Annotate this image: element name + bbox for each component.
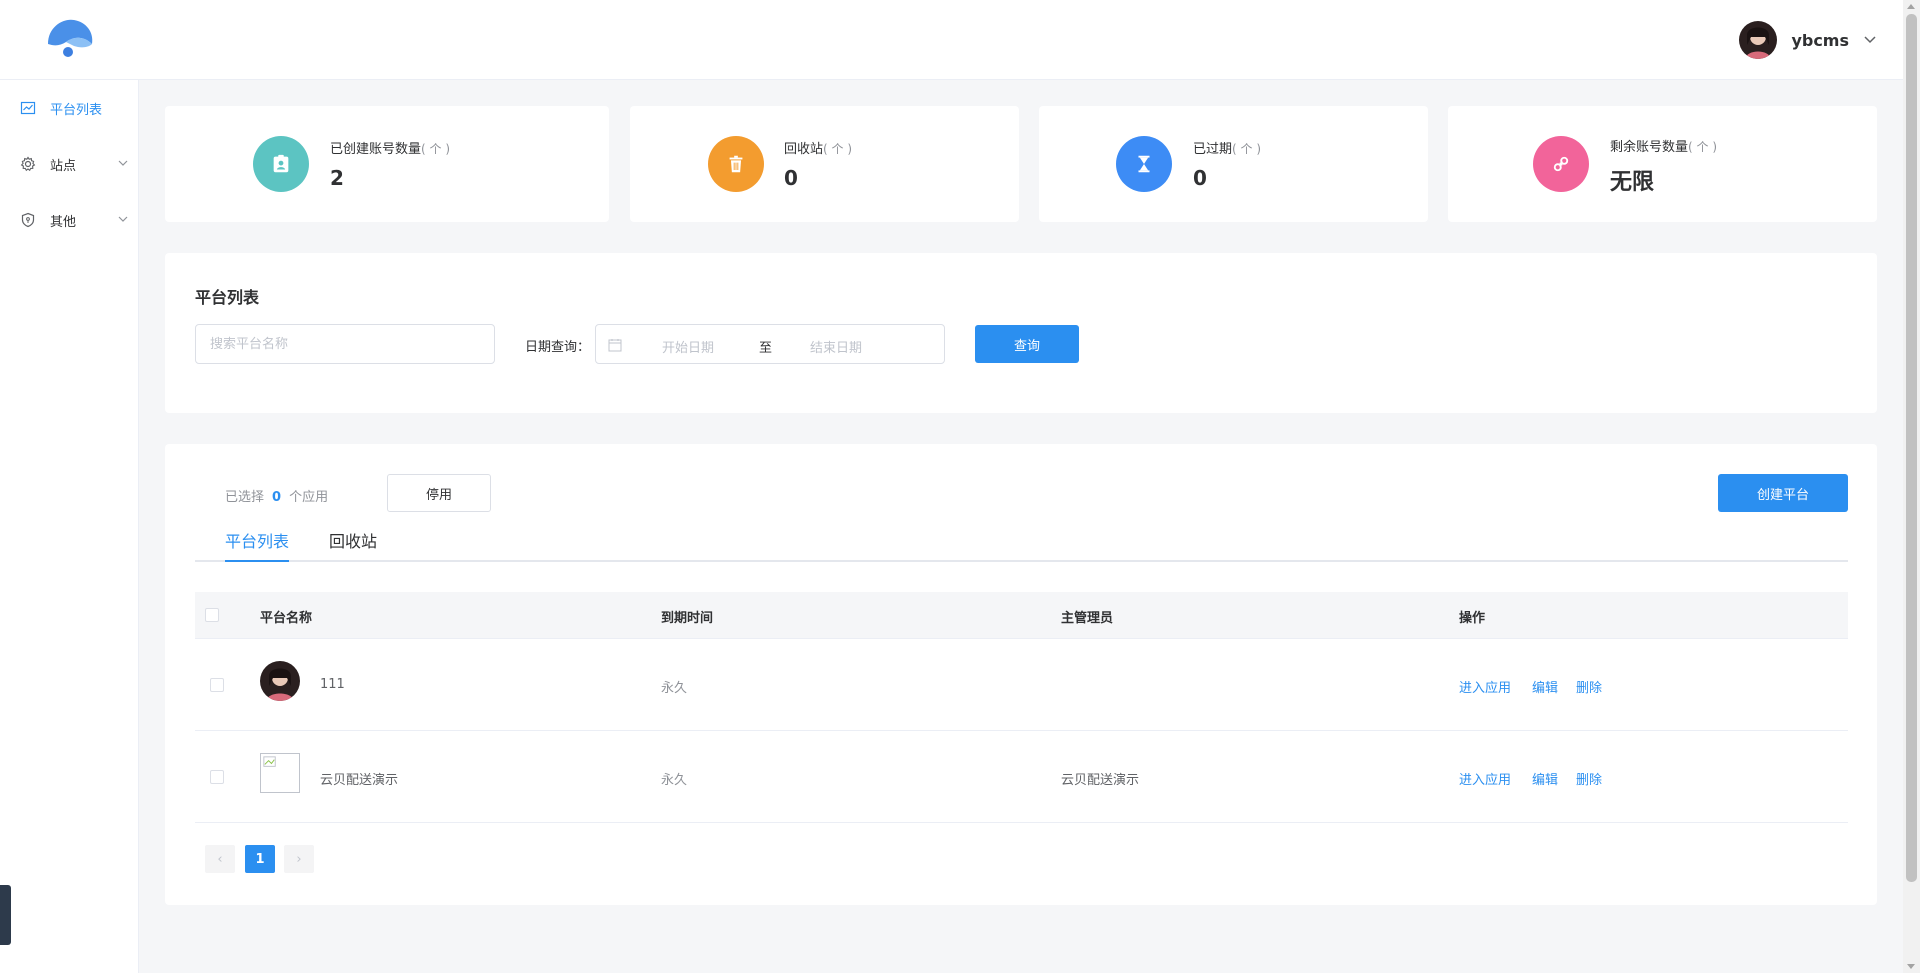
app-logo[interactable] xyxy=(44,18,96,62)
table-row: 111 永久 进入应用 编辑 删除 xyxy=(195,639,1848,731)
stat-value: 2 xyxy=(330,166,344,190)
sidebar-item-label: 其他 xyxy=(50,214,77,230)
gear-icon xyxy=(20,156,36,172)
create-platform-button[interactable]: 创建平台 xyxy=(1718,474,1848,512)
stat-label: 剩余账号数量( 个 ) xyxy=(1610,140,1718,155)
select-all-checkbox[interactable] xyxy=(205,608,219,622)
selected-count: 0 xyxy=(272,490,282,505)
admin-name: 云贝配送演示 xyxy=(1061,773,1140,788)
user-avatar[interactable] xyxy=(1739,21,1778,59)
row-checkbox[interactable] xyxy=(210,770,224,784)
search-input[interactable] xyxy=(195,324,495,364)
page-title: 平台列表 xyxy=(195,288,260,307)
sidebar-item-label: 平台列表 xyxy=(50,102,103,118)
platform-avatar xyxy=(260,661,300,701)
sidebar: 平台列表 站点 其他 xyxy=(0,80,139,973)
platform-name: 云贝配送演示 xyxy=(320,773,399,788)
expire-time: 永久 xyxy=(661,773,688,788)
selection-info: 已选择 0 个应用 xyxy=(225,490,329,505)
date-range-picker[interactable]: 开始日期 至 结束日期 xyxy=(595,324,945,364)
sidebar-item-label: 站点 xyxy=(50,158,77,174)
stat-value: 无限 xyxy=(1610,170,1655,195)
chevron-down-icon xyxy=(118,216,128,222)
stat-card-recycle xyxy=(630,106,1019,222)
tab-platform-list[interactable]: 平台列表 xyxy=(225,528,290,562)
date-start-field[interactable]: 开始日期 xyxy=(662,337,714,356)
chart-line-icon xyxy=(20,100,36,116)
edit-link[interactable]: 编辑 xyxy=(1532,769,1558,788)
sidebar-item-platform-list[interactable]: 平台列表 xyxy=(0,88,139,128)
chevron-down-icon xyxy=(1864,36,1876,44)
stat-label: 已过期( 个 ) xyxy=(1193,142,1262,157)
floating-toolbar-handle[interactable] xyxy=(0,885,11,945)
stat-card-remaining xyxy=(1448,106,1877,222)
tab-recycle-bin[interactable]: 回收站 xyxy=(329,528,377,562)
date-query-label: 日期查询： xyxy=(525,340,591,355)
delete-link[interactable]: 删除 xyxy=(1576,677,1602,696)
stat-label: 回收站( 个 ) xyxy=(784,142,853,157)
broken-image-icon xyxy=(260,753,300,793)
date-end-field[interactable]: 结束日期 xyxy=(810,337,862,356)
stat-label: 已创建账号数量( 个 ) xyxy=(330,142,451,157)
sidebar-item-sites[interactable]: 站点 xyxy=(0,144,139,184)
table-row: 云贝配送演示 永久 云贝配送演示 进入应用 编辑 删除 xyxy=(195,731,1848,823)
pagination-next[interactable]: › xyxy=(284,845,314,873)
column-header[interactable]: 主管理员 xyxy=(1061,607,1113,626)
disable-button[interactable]: 停用 xyxy=(387,474,491,512)
trash-icon xyxy=(708,136,764,192)
user-name: ybcms xyxy=(1791,30,1849,50)
column-header[interactable]: 到期时间 xyxy=(661,607,713,626)
scroll-down-icon[interactable] xyxy=(1907,964,1915,969)
scrollbar-thumb[interactable] xyxy=(1906,14,1917,882)
enter-app-link[interactable]: 进入应用 xyxy=(1459,769,1511,788)
stat-value: 0 xyxy=(1193,166,1207,190)
stat-card-expired xyxy=(1039,106,1428,222)
stat-value: 0 xyxy=(784,166,798,190)
platform-name: 111 xyxy=(320,677,345,692)
vertical-scrollbar[interactable] xyxy=(1903,0,1920,973)
id-badge-icon xyxy=(253,136,309,192)
query-button[interactable]: 查询 xyxy=(975,325,1079,363)
pagination-prev[interactable]: ‹ xyxy=(205,845,235,873)
row-checkbox[interactable] xyxy=(210,678,224,692)
sidebar-item-other[interactable]: 其他 xyxy=(0,200,139,240)
table-header: 平台名称 到期时间 主管理员 操作 xyxy=(195,592,1848,639)
shield-icon xyxy=(20,212,36,228)
expire-time: 永久 xyxy=(661,681,688,696)
top-header: ybcms xyxy=(0,0,1903,80)
link-icon xyxy=(1533,136,1589,192)
column-header: 操作 xyxy=(1459,611,1486,626)
enter-app-link[interactable]: 进入应用 xyxy=(1459,677,1511,696)
user-menu[interactable]: ybcms xyxy=(1739,20,1877,60)
stat-card-created xyxy=(165,106,609,222)
hourglass-icon xyxy=(1116,136,1172,192)
date-separator: 至 xyxy=(759,341,773,356)
column-header[interactable]: 平台名称 xyxy=(260,607,312,626)
calendar-icon xyxy=(608,339,622,352)
pagination-page[interactable]: 1 xyxy=(245,845,275,873)
chevron-down-icon xyxy=(118,160,128,166)
delete-link[interactable]: 删除 xyxy=(1576,769,1602,788)
list-tabs: 平台列表 回收站 xyxy=(195,528,1848,562)
scroll-up-icon[interactable] xyxy=(1907,4,1915,9)
edit-link[interactable]: 编辑 xyxy=(1532,677,1558,696)
